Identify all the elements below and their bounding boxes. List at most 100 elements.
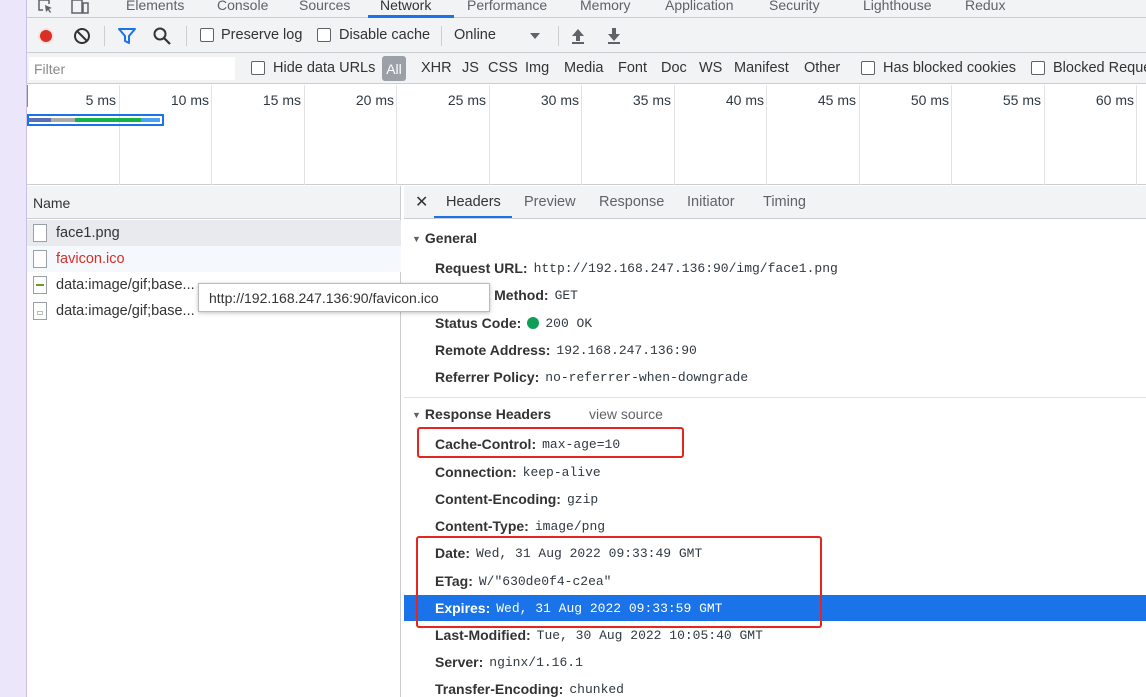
tab-security[interactable]: Security	[769, 0, 820, 13]
timeline-gridline	[119, 85, 120, 185]
timeline-tick: 35 ms	[632, 92, 671, 108]
filter-icon	[118, 28, 136, 44]
tab-lighthouse[interactable]: Lighthouse	[863, 0, 932, 13]
timeline-gridline	[489, 85, 490, 185]
request-name: face1.png	[56, 225, 120, 241]
filter-type-js[interactable]: JS	[462, 60, 479, 76]
has-blocked-cookies-label: Has blocked cookies	[883, 60, 1016, 76]
clear-button[interactable]	[72, 26, 92, 46]
timeline-gridline	[396, 85, 397, 185]
header-value: W/"630de0f4-c2ea"	[478, 573, 612, 589]
inspect-element-icon[interactable]	[37, 0, 55, 14]
general-section-title: General	[424, 230, 478, 246]
preserve-log-checkbox[interactable]	[200, 28, 214, 42]
export-har-button[interactable]	[604, 26, 624, 46]
tab-application[interactable]: Application	[665, 0, 734, 13]
import-har-button[interactable]	[568, 26, 588, 46]
timeline-tick: 25 ms	[447, 92, 486, 108]
file-icon	[33, 250, 47, 268]
header-key: Cache-Control:	[435, 436, 537, 452]
header-value: nginx/1.16.1	[489, 654, 583, 670]
hide-data-urls-checkbox[interactable]	[251, 61, 265, 75]
response-header-row: Content-Encoding: gzip	[404, 486, 1146, 512]
filter-type-ws[interactable]: WS	[699, 60, 722, 76]
header-key: ETag:	[435, 573, 473, 589]
filter-bar: Hide data URLs All XHR JS CSS Img Media …	[27, 53, 1146, 84]
header-key: Status Code:	[435, 315, 522, 331]
timeline-start-marker	[27, 85, 28, 107]
triangle-down-icon: ▼	[412, 234, 421, 244]
response-header-row: Last-Modified: Tue, 30 Aug 2022 10:05:40 …	[404, 622, 1146, 648]
tab-timing[interactable]: Timing	[763, 194, 806, 210]
general-section-toggle[interactable]: ▼ General	[412, 230, 477, 246]
timeline-gridline	[674, 85, 675, 185]
filter-input[interactable]	[29, 57, 235, 80]
filter-type-css[interactable]: CSS	[488, 60, 518, 76]
request-name: data:image/gif;base...	[56, 277, 195, 293]
response-header-row: Connection: keep-alive	[404, 459, 1146, 485]
search-button[interactable]	[152, 26, 172, 46]
timeline-gridline	[211, 85, 212, 185]
tab-console[interactable]: Console	[217, 0, 268, 13]
response-header-row: Date: Wed, 31 Aug 2022 09:33:49 GMT	[404, 540, 1146, 566]
tab-network[interactable]: Network	[380, 0, 431, 13]
filter-type-font[interactable]: Font	[618, 60, 647, 76]
tab-memory[interactable]: Memory	[580, 0, 631, 13]
section-divider	[404, 397, 1146, 398]
tab-initiator[interactable]: Initiator	[687, 194, 735, 210]
timeline-tick: 20 ms	[355, 92, 394, 108]
tab-sources[interactable]: Sources	[299, 0, 350, 13]
filter-all-button[interactable]: All	[382, 56, 406, 81]
filter-type-media[interactable]: Media	[564, 60, 604, 76]
view-source-link[interactable]: view source	[589, 406, 663, 422]
response-header-row: ETag: W/"630de0f4-c2ea"	[404, 568, 1146, 594]
timeline-request-bar	[29, 118, 51, 122]
blocked-requests-label: Blocked Reque	[1053, 60, 1146, 76]
disable-cache-checkbox[interactable]	[317, 28, 331, 42]
throttling-dropdown[interactable]	[525, 26, 545, 46]
tab-elements[interactable]: Elements	[126, 0, 184, 13]
has-blocked-cookies-checkbox[interactable]	[861, 61, 875, 75]
filter-type-doc[interactable]: Doc	[661, 60, 687, 76]
image-file-icon	[33, 302, 47, 320]
search-icon	[153, 27, 171, 45]
timeline-gridline	[951, 85, 952, 185]
record-icon	[38, 28, 54, 44]
device-toolbar-icon[interactable]	[71, 0, 89, 14]
response-headers-section-toggle[interactable]: ▼ Response Headers	[412, 406, 551, 422]
tab-preview[interactable]: Preview	[524, 194, 576, 210]
filter-type-img[interactable]: Img	[525, 60, 549, 76]
filter-button[interactable]	[117, 26, 137, 46]
status-ok-icon	[527, 317, 540, 329]
response-header-row: Cache-Control: max-age=10	[404, 431, 1146, 457]
general-header-row: Status Code: 200 OK	[404, 310, 1146, 336]
header-key: Content-Encoding:	[435, 491, 561, 507]
header-key: Request URL:	[435, 260, 528, 276]
tab-redux[interactable]: Redux	[965, 0, 1005, 13]
toolbar-divider	[441, 26, 442, 46]
triangle-down-icon: ▼	[412, 410, 421, 420]
timeline-overview[interactable]: 5 ms 10 ms 15 ms 20 ms 25 ms 30 ms 35 ms…	[27, 85, 1146, 185]
request-row[interactable]: face1.png	[27, 220, 401, 246]
request-details-pane: ✕ Headers Preview Response Initiator Tim…	[404, 186, 1146, 697]
header-key: Content-Type:	[435, 518, 529, 534]
request-row[interactable]: favicon.ico	[27, 246, 401, 272]
toolbar-divider	[558, 26, 559, 46]
record-button[interactable]	[36, 26, 56, 46]
tab-headers[interactable]: Headers	[446, 194, 501, 210]
tab-response[interactable]: Response	[599, 194, 664, 210]
active-tab-indicator	[434, 216, 512, 218]
tab-performance[interactable]: Performance	[467, 0, 547, 13]
timeline-gridline	[581, 85, 582, 185]
main-tab-bar: Elements Console Sources Network Perform…	[27, 0, 1146, 18]
toolbar-divider	[104, 26, 105, 46]
name-column-header[interactable]: Name	[27, 186, 400, 219]
filter-type-other[interactable]: Other	[804, 60, 840, 76]
blocked-requests-checkbox[interactable]	[1031, 61, 1045, 75]
general-header-row: Request URL: http://192.168.247.136:90/im…	[404, 255, 1146, 281]
throttling-select[interactable]: Online	[454, 27, 496, 43]
close-icon[interactable]: ✕	[415, 192, 428, 212]
header-value: 200 OK	[545, 315, 593, 331]
filter-type-manifest[interactable]: Manifest	[734, 60, 789, 76]
filter-type-xhr[interactable]: XHR	[421, 60, 452, 76]
